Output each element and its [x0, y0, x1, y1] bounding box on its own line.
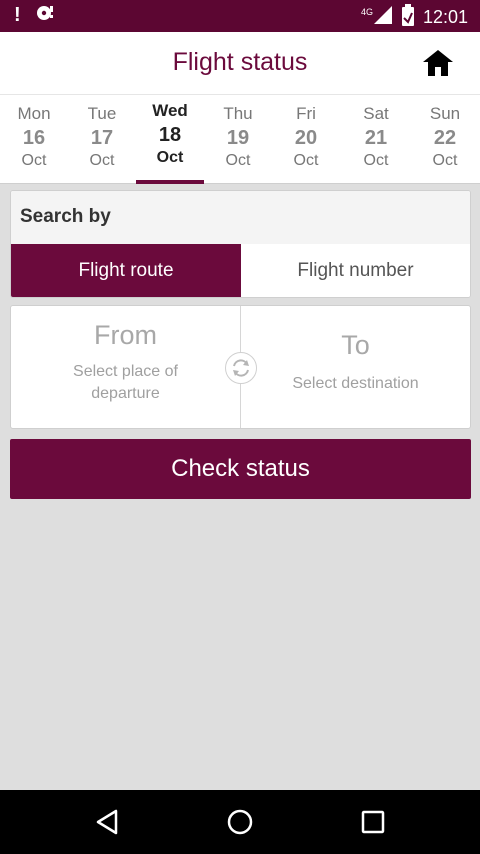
- battery-icon: [401, 4, 415, 31]
- date-day: 16: [22, 127, 46, 149]
- date-dow: Tue: [87, 104, 117, 123]
- date-day: 19: [226, 127, 250, 149]
- date-item-tue[interactable]: Tue 17 Oct: [68, 95, 136, 184]
- to-field[interactable]: To Select destination: [241, 306, 470, 428]
- date-item-sun[interactable]: Sun 22 Oct: [411, 95, 479, 184]
- tab-flight-number[interactable]: Flight number: [241, 244, 470, 297]
- date-selector: Mon 16 Oct Tue 17 Oct Wed 18 Oct Thu 19 …: [0, 94, 480, 184]
- network-type: 4G: [360, 6, 373, 17]
- check-status-button[interactable]: Check status: [10, 439, 471, 499]
- date-item-sat[interactable]: Sat 21 Oct: [342, 95, 410, 184]
- date-month: Oct: [293, 152, 319, 169]
- date-item-thu[interactable]: Thu 19 Oct: [204, 95, 272, 184]
- from-hint: Select place of departure: [73, 363, 178, 402]
- search-by-label: Search by: [11, 191, 470, 244]
- recents-icon[interactable]: [357, 806, 389, 838]
- route-card: From Select place of departure To Select…: [10, 305, 471, 429]
- from-label: From: [94, 320, 157, 350]
- signal-icon: [373, 5, 393, 30]
- navigation-bar: [0, 790, 480, 854]
- page-title: Flight status: [172, 48, 308, 76]
- tab-flight-route[interactable]: Flight route: [11, 244, 241, 297]
- app-bar: Flight status: [0, 32, 480, 94]
- search-by-card: Search by Flight route Flight number: [10, 190, 471, 298]
- date-dow: Mon: [17, 104, 51, 123]
- date-month: Oct: [363, 152, 389, 169]
- date-dow: Thu: [223, 104, 253, 123]
- to-label: To: [341, 330, 370, 360]
- alert-icon: !: [14, 4, 21, 26]
- date-month: Oct: [225, 152, 251, 169]
- clock: 12:01: [422, 7, 468, 27]
- date-item-wed[interactable]: Wed 18 Oct: [136, 95, 204, 184]
- date-day: 18: [158, 124, 182, 146]
- date-item-fri[interactable]: Fri 20 Oct: [272, 95, 340, 184]
- date-item-mon[interactable]: Mon 16 Oct: [0, 95, 68, 184]
- back-icon[interactable]: [92, 806, 124, 838]
- date-dow: Sun: [429, 104, 461, 123]
- status-bar: ! 4G 12:01: [0, 0, 480, 32]
- sync-disk-icon: [35, 4, 55, 27]
- from-field[interactable]: From Select place of departure: [11, 306, 240, 428]
- to-hint: Select destination: [292, 375, 419, 392]
- date-day: 17: [90, 127, 114, 149]
- home-circle-icon[interactable]: [224, 806, 256, 838]
- date-day: 22: [433, 127, 457, 149]
- date-day: 21: [364, 127, 388, 149]
- date-month: Oct: [21, 152, 47, 169]
- date-dow: Fri: [296, 104, 316, 123]
- home-icon[interactable]: [422, 48, 454, 78]
- date-day: 20: [294, 127, 318, 149]
- date-month: Oct: [89, 152, 115, 169]
- swap-icon[interactable]: [225, 352, 257, 384]
- date-dow: Wed: [152, 101, 188, 120]
- date-month: Oct: [156, 149, 184, 166]
- date-dow: Sat: [363, 104, 389, 123]
- date-month: Oct: [432, 152, 458, 169]
